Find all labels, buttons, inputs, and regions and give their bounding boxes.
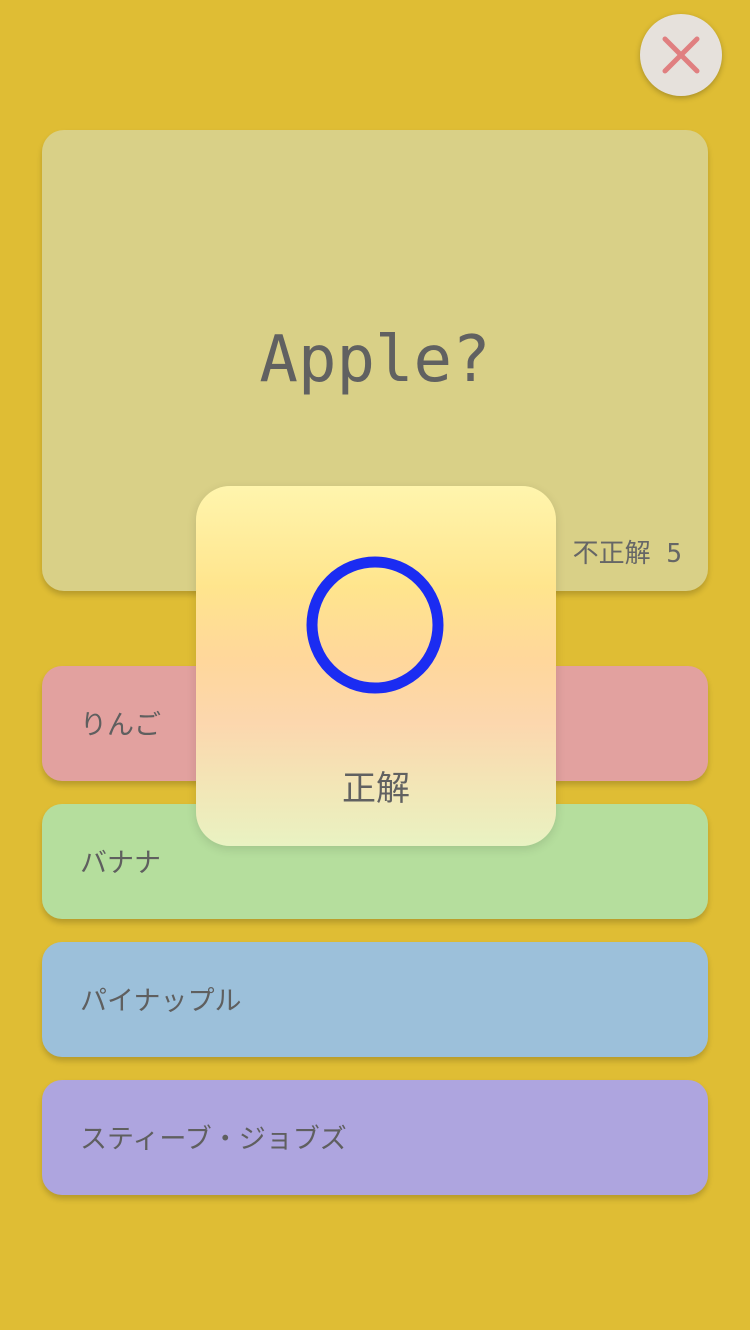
answer-label-4: スティーブ・ジョブズ	[80, 1124, 347, 1155]
close-button[interactable]	[640, 14, 722, 96]
close-icon	[662, 36, 700, 74]
score-text: 3 不正解 5	[541, 539, 682, 569]
answer-label-3: パイナップル	[80, 986, 242, 1017]
question-text: Apple?	[259, 323, 491, 397]
result-label: 正解	[342, 769, 410, 809]
answer-button-3[interactable]: パイナップル	[42, 942, 708, 1057]
correct-circle-icon	[306, 556, 444, 694]
answer-label-1: りんご	[80, 710, 161, 741]
answer-button-4[interactable]: スティーブ・ジョブズ	[42, 1080, 708, 1195]
result-popup: 正解	[196, 486, 556, 846]
answer-label-2: バナナ	[80, 848, 161, 879]
